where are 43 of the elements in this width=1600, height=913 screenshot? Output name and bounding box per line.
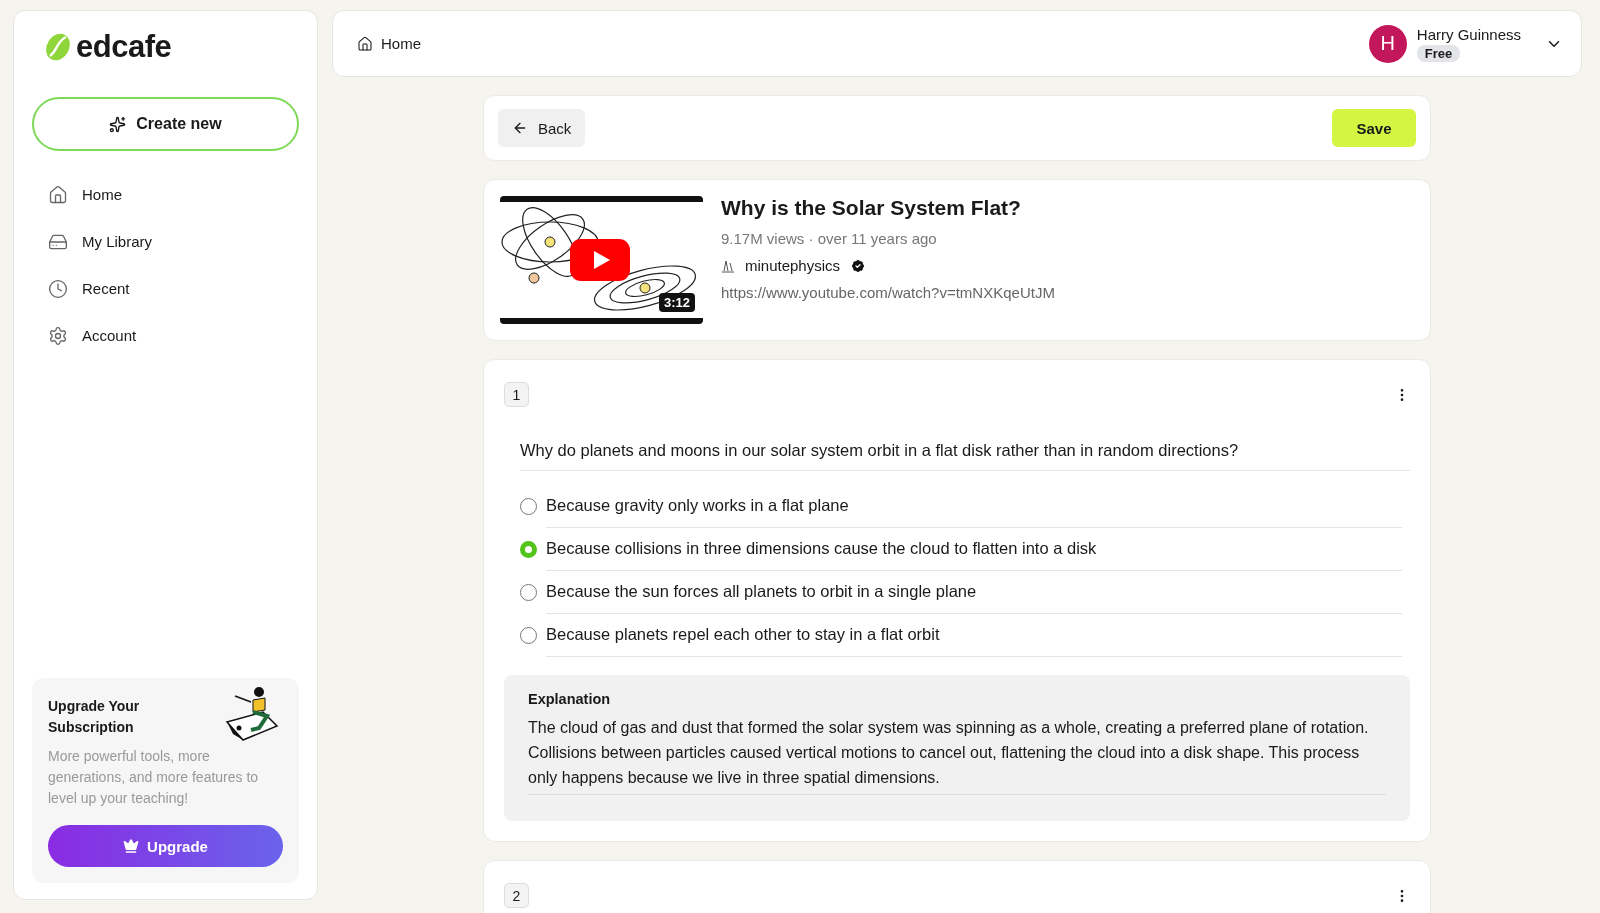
radio-button[interactable] (520, 498, 537, 515)
radio-button[interactable] (520, 584, 537, 601)
answer-option: Because planets repel each other to stay in a flat orbit (546, 614, 1402, 657)
home-icon (48, 184, 68, 205)
nav-item[interactable]: My Library (32, 220, 299, 263)
channel-name: minutephysics (745, 257, 841, 274)
explanation-text: The cloud of gas and dust that formed the solar system was spinning as a whole, creating a preferred plane of rotation. Collisions between particles caused vertical motions to cancel out, flattening the cloud into a disk shape. This process only happens because we live in three spatial dimensions. (528, 715, 1386, 795)
answer-option: Because gravity only works in a flat plane (546, 485, 1402, 528)
explanation-label: Explanation (528, 691, 612, 707)
bean-logo-icon (44, 32, 72, 62)
video-url: https://www.youtube.com/watch?v=tmNXKqeUtJM (721, 284, 1055, 301)
nav-item[interactable]: Account (32, 314, 299, 357)
nav-item[interactable]: Recent (32, 267, 299, 310)
back-button[interactable]: Back (498, 109, 586, 147)
radio-button[interactable] (520, 627, 537, 644)
channel-logo-icon (721, 258, 735, 273)
create-new-button[interactable]: Create new (32, 97, 299, 151)
crown-icon (123, 838, 140, 854)
answer-option: Because collisions in three dimensions cause the cloud to flatten into a disk (546, 528, 1402, 571)
plan-label: Free (1416, 44, 1461, 62)
sparkle-icon (109, 115, 127, 133)
brand-name: edcafe (76, 29, 172, 65)
upgrade-title: Upgrade Your Subscription (48, 697, 141, 737)
question-number: 2 (504, 883, 529, 908)
video-duration: 3:12 (658, 293, 695, 312)
user-avatar[interactable]: H (1368, 24, 1407, 63)
user-name: Harry Guinness (1416, 25, 1521, 43)
home-breadcrumb[interactable]: Home (357, 35, 421, 52)
question-text: Why do planets and moons in our solar system orbit in a flat disk rather than in random directions? (520, 441, 1410, 471)
play-icon (570, 239, 630, 281)
upgrade-button[interactable]: Upgrade (48, 825, 283, 867)
upgrade-description: More powerful tools, more generations, and more features to level up your teaching! (48, 747, 260, 808)
settings-icon (48, 325, 68, 346)
home-icon (357, 35, 373, 52)
clock-icon (48, 278, 68, 299)
video-stats: 9.17M views · over 11 years ago (721, 230, 938, 247)
video-thumbnail[interactable]: 3:12 (500, 196, 703, 324)
video-title: Why is the Solar System Flat? (721, 196, 1022, 220)
save-button[interactable]: Save (1332, 109, 1416, 147)
answer-option: Because the sun forces all planets to orbit in a single plane (546, 571, 1402, 614)
radio-button[interactable] (520, 541, 537, 558)
question-number: 1 (504, 382, 529, 407)
nav-item[interactable]: Home (32, 173, 299, 216)
